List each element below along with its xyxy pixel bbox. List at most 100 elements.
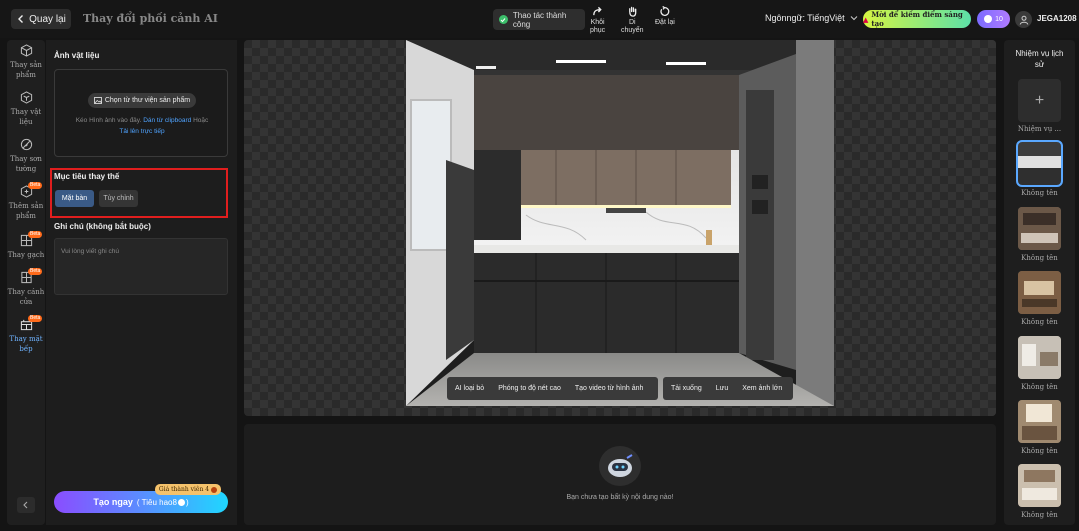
note-placeholder: Vui lòng viết ghi chú bbox=[61, 248, 119, 255]
material-upload-zone[interactable]: Chọn từ thư viện sản phẩm Kéo Hình ảnh v… bbox=[54, 69, 228, 157]
ai-remove-button[interactable]: AI loại bỏ bbox=[455, 385, 484, 392]
language-value: TiếngViệt bbox=[807, 13, 845, 23]
image-to-video-button[interactable]: Tạo video từ hình ảnh bbox=[575, 385, 644, 392]
history-thumbnail bbox=[1018, 142, 1061, 185]
member-price-text: Giá thành viên 4 bbox=[158, 486, 210, 493]
history-title: Nhiệm vụ lịch sử bbox=[1004, 48, 1075, 70]
beta-badge: Beta bbox=[28, 315, 43, 322]
sidebar-label: tường bbox=[15, 165, 37, 173]
history-item-label: Không tên bbox=[1021, 511, 1058, 519]
target-option-countertop[interactable]: Mặt bàn bbox=[55, 190, 94, 207]
create-cost-text: ( Tiêu hao8 bbox=[136, 497, 177, 507]
sidebar-label: cửa bbox=[19, 298, 33, 306]
avatar[interactable] bbox=[1015, 11, 1032, 28]
sidebar-item-replace-tile[interactable]: Beta Thay gạch bbox=[7, 231, 45, 260]
empty-state-text: Bạn chưa tạo bất kỳ nội dung nào! bbox=[566, 494, 674, 501]
back-label: Quay lại bbox=[29, 13, 66, 25]
sidebar-item-replace-material[interactable]: Thay vật liệu bbox=[7, 91, 45, 127]
coin-icon bbox=[177, 498, 185, 506]
sidebar-label: Thêm sản bbox=[8, 202, 44, 210]
sidebar-item-kitchen-top[interactable]: Beta Thay mặt bếp bbox=[7, 315, 45, 354]
credits-value: 10 bbox=[995, 15, 1003, 23]
sidebar-item-replace-door[interactable]: Beta Thay cánh cửa bbox=[7, 268, 45, 307]
sidebar-label: phẩm bbox=[16, 212, 36, 220]
upload-hint-or: Hoặc bbox=[193, 117, 209, 124]
history-item-label: Không tên bbox=[1021, 318, 1058, 326]
history-item-label: Không tên bbox=[1021, 189, 1058, 197]
paste-clipboard-link[interactable]: Dán từ clipboard bbox=[143, 117, 191, 124]
sidebar-item-wall-paint[interactable]: Thay sơn tường bbox=[7, 138, 45, 174]
beta-badge: Beta bbox=[28, 231, 43, 238]
material-icon bbox=[20, 91, 32, 104]
sidebar-label: Thay gạch bbox=[7, 251, 45, 259]
chevron-down-icon bbox=[850, 16, 857, 21]
image-ai-toolbar: AI loại bỏ Phóng to độ nét cao Tạo video… bbox=[447, 377, 658, 400]
view-large-button[interactable]: Xem ảnh lớn bbox=[742, 385, 782, 392]
chevron-left-icon bbox=[18, 15, 24, 23]
back-button[interactable]: Quay lại bbox=[11, 9, 71, 29]
sidebar-label: Thay sơn bbox=[10, 155, 42, 163]
kitchen-illustration bbox=[406, 40, 834, 406]
note-textarea[interactable]: Vui lòng viết ghi chú bbox=[54, 238, 228, 295]
beta-badge: Beta bbox=[28, 182, 43, 189]
language-label: Ngônngữ: bbox=[765, 13, 806, 23]
upload-hint: Kéo Hình ảnh vào đây. Dán từ clipboard H… bbox=[55, 115, 229, 137]
history-thumbnail bbox=[1018, 400, 1061, 443]
party-icon: ▲ bbox=[863, 14, 869, 24]
download-button[interactable]: Tải xuống bbox=[671, 385, 702, 392]
sidebar-label: phẩm bbox=[16, 71, 36, 79]
history-item-label: Không tên bbox=[1021, 254, 1058, 262]
beta-badge: Beta bbox=[28, 268, 43, 275]
target-section-title: Mục tiêu thay thế bbox=[54, 172, 120, 181]
pick-from-library-button[interactable]: Chọn từ thư viện sản phẩm bbox=[88, 93, 196, 108]
move-label-1: Di bbox=[628, 19, 636, 26]
redo-button[interactable]: Khôi phục bbox=[590, 6, 605, 35]
upload-direct-link[interactable]: Tải lên trực tiếp bbox=[119, 128, 164, 135]
history-item[interactable] bbox=[1018, 464, 1061, 507]
kitchen-render-image bbox=[406, 40, 834, 406]
history-thumbnail bbox=[1018, 207, 1061, 250]
material-section-title: Ảnh vật liệu bbox=[54, 51, 100, 60]
pick-library-label: Chọn từ thư viện sản phẩm bbox=[104, 97, 191, 104]
sidebar-label: liệu bbox=[19, 118, 33, 126]
upscale-button[interactable]: Phóng to độ nét cao bbox=[498, 385, 561, 392]
sidebar-item-add-product[interactable]: Beta Thêm sản phẩm bbox=[7, 182, 45, 221]
collapse-sidebar-button[interactable] bbox=[17, 497, 35, 513]
toast-text: Thao tác thành công bbox=[512, 10, 567, 29]
reset-button[interactable]: Đặt lại bbox=[655, 6, 675, 27]
history-item[interactable] bbox=[1018, 271, 1061, 314]
image-canvas[interactable]: AI loại bỏ Phóng to độ nét cao Tạo video… bbox=[244, 40, 996, 416]
history-thumbnail bbox=[1018, 464, 1061, 507]
user-icon bbox=[1019, 15, 1028, 25]
top-bar: Quay lại Thay đổi phối cảnh AI Thao tác … bbox=[0, 0, 1079, 38]
redo-icon bbox=[593, 6, 602, 16]
tool-sidebar: Thay sản phẩm Thay vật liệu Thay sơn tườ… bbox=[7, 40, 45, 525]
success-toast: Thao tác thành công bbox=[493, 9, 585, 30]
sidebar-label: Thay cánh bbox=[7, 288, 45, 296]
move-label-2: chuyển bbox=[621, 27, 644, 34]
history-item[interactable] bbox=[1016, 140, 1063, 187]
target-option-custom[interactable]: Tùy chỉnh bbox=[99, 190, 138, 207]
username: JEGA1208 bbox=[1037, 14, 1077, 23]
sidebar-item-replace-product[interactable]: Thay sản phẩm bbox=[7, 44, 45, 80]
credits-badge[interactable]: 10 bbox=[977, 10, 1010, 28]
history-item[interactable] bbox=[1018, 400, 1061, 443]
note-section-title: Ghi chú (không bắt buộc) bbox=[54, 222, 151, 231]
sidebar-label: bếp bbox=[19, 345, 33, 353]
history-item[interactable] bbox=[1018, 207, 1061, 250]
move-button[interactable]: Di chuyển bbox=[621, 6, 644, 35]
coin-icon bbox=[984, 15, 993, 23]
create-label: Tạo ngay bbox=[93, 497, 133, 507]
empty-robot-icon bbox=[599, 446, 641, 486]
language-selector[interactable]: Ngônngữ: TiếngViệt bbox=[765, 13, 858, 23]
history-item[interactable] bbox=[1018, 336, 1061, 379]
add-task-label: Nhiệm vụ ... bbox=[1017, 125, 1062, 133]
invite-earn-button[interactable]: ▲ Mời để kiếm điểm sáng tạo bbox=[863, 10, 971, 28]
save-button[interactable]: Lưu bbox=[716, 385, 728, 392]
image-icon bbox=[93, 97, 102, 104]
history-thumbnail bbox=[1018, 271, 1061, 314]
add-task-button[interactable]: + bbox=[1018, 79, 1061, 122]
history-item-label: Không tên bbox=[1021, 447, 1058, 455]
coin-icon bbox=[211, 486, 218, 493]
history-title-line1: Nhiệm vụ lịch bbox=[1015, 49, 1064, 58]
